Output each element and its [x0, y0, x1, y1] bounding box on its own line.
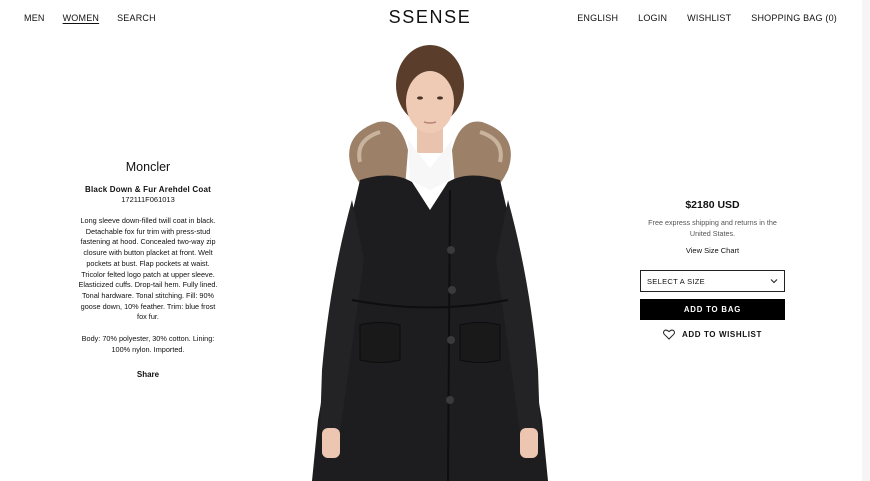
nav-language[interactable]: ENGLISH [577, 13, 618, 23]
product-photo[interactable] [300, 40, 560, 481]
heart-icon [663, 329, 675, 340]
product-info: Moncler Black Down & Fur Arehdel Coat 17… [78, 160, 218, 379]
share-link[interactable]: Share [78, 370, 218, 379]
chevron-down-icon [770, 279, 778, 284]
add-to-wishlist-label: ADD TO WISHLIST [682, 330, 762, 339]
nav-wishlist[interactable]: WISHLIST [687, 13, 731, 23]
scrollbar-track [862, 0, 870, 481]
size-select-value: SELECT A SIZE [647, 276, 705, 286]
account-nav: ENGLISH LOGIN WISHLIST SHOPPING BAG (0) [557, 13, 837, 23]
coat-illustration [300, 40, 560, 481]
size-chart-link[interactable]: View Size Chart [640, 246, 785, 255]
nav-login[interactable]: LOGIN [638, 13, 667, 23]
add-to-bag-button[interactable]: ADD TO BAG [640, 299, 785, 320]
product-composition: Body: 70% polyester, 30% cotton. Lining:… [81, 334, 215, 354]
product-brand[interactable]: Moncler [78, 160, 218, 174]
product-name: Black Down & Fur Arehdel Coat [85, 185, 211, 194]
purchase-panel: $2180 USD Free express shipping and retu… [640, 199, 785, 340]
add-to-wishlist-button[interactable]: ADD TO WISHLIST [640, 329, 785, 340]
shipping-note: Free express shipping and returns in the… [648, 218, 777, 238]
nav-shopping-bag[interactable]: SHOPPING BAG (0) [751, 13, 837, 23]
product-price: $2180 USD [685, 199, 740, 211]
size-select[interactable]: SELECT A SIZE [640, 270, 785, 292]
product-code: 172111F061013 [121, 195, 175, 204]
product-description: Long sleeve down-filled twill coat in bl… [78, 216, 218, 322]
